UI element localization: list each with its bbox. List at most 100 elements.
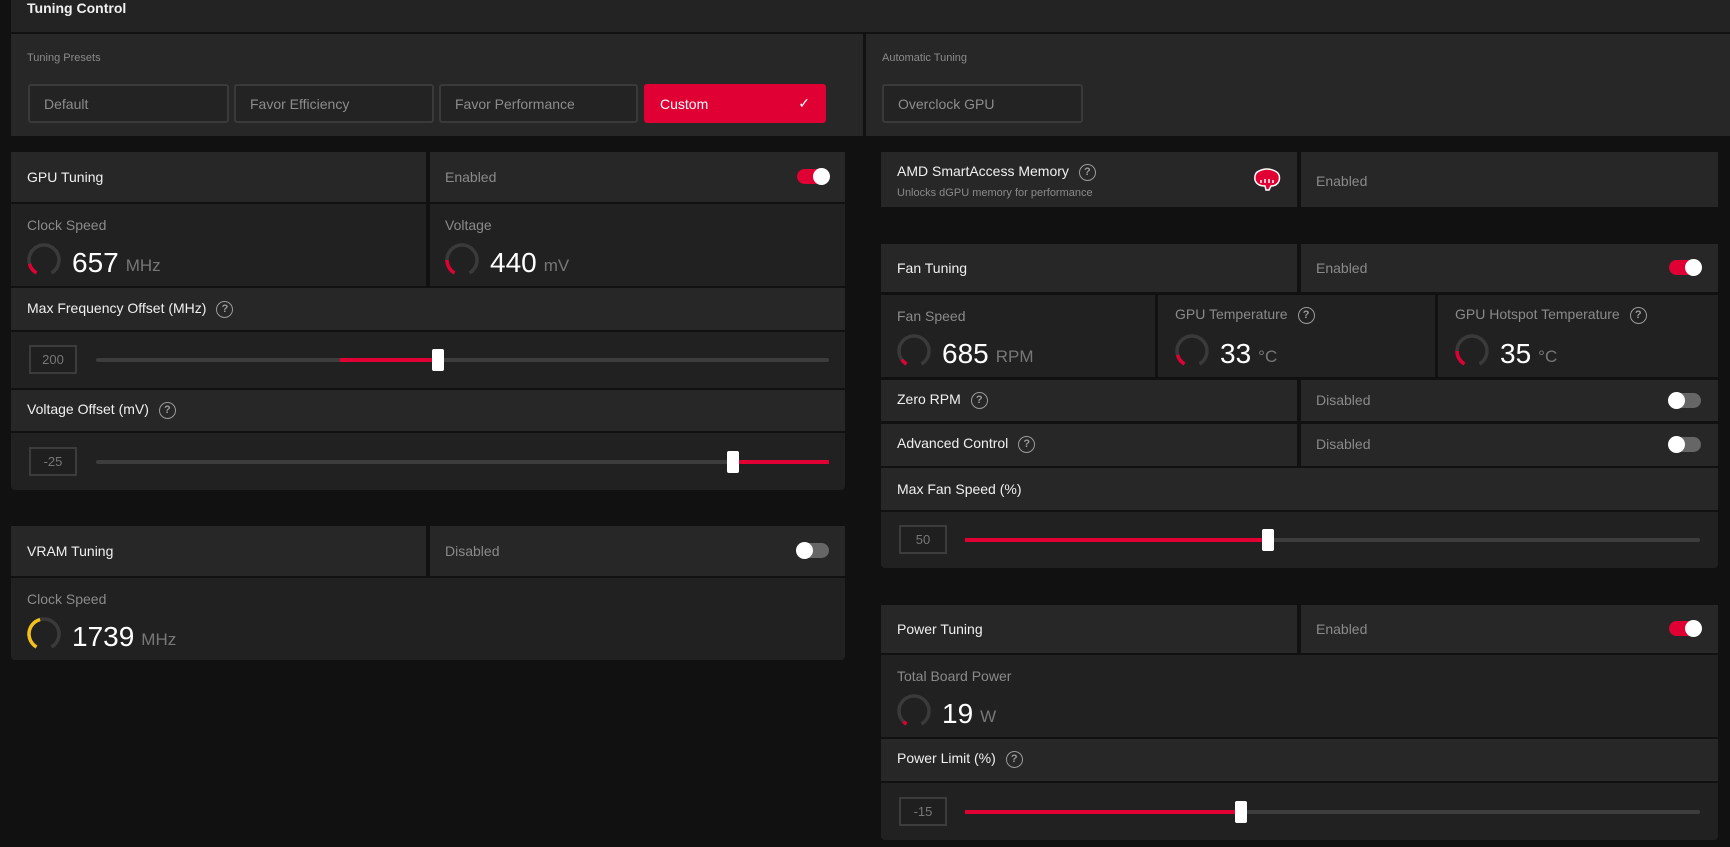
- max-fan-speed-slider[interactable]: [965, 529, 1700, 551]
- power-tuning-title: Power Tuning: [897, 621, 983, 637]
- gauge-fill: [1455, 350, 1466, 366]
- help-icon[interactable]: ?: [1297, 306, 1315, 324]
- zero-rpm-state: Disabled: [1316, 392, 1371, 408]
- vram-tuning-state-cell: Disabled: [430, 526, 845, 576]
- preset-label: Custom: [660, 95, 709, 112]
- preset-favor-efficiency-button[interactable]: Favor Efficiency: [234, 84, 434, 123]
- vram-tuning-toggle[interactable]: [796, 542, 829, 559]
- toggle-knob: [1668, 436, 1685, 453]
- gpu-temperature-label: GPU Temperature: [1175, 306, 1288, 322]
- max-fan-speed-slider-row: 50: [881, 512, 1718, 568]
- clock-speed-label: Clock Speed: [27, 217, 107, 233]
- gauge-fill: [1175, 354, 1186, 366]
- voltage-offset-value-box[interactable]: -25: [29, 447, 77, 476]
- voltage-gauge: [445, 243, 479, 275]
- preset-label: Default: [44, 95, 89, 112]
- voltage-offset-slider-row: -25: [11, 433, 845, 490]
- power-limit-value-box[interactable]: -15: [899, 797, 947, 826]
- board-power-gauge: [897, 694, 931, 726]
- vram-tuning-title: VRAM Tuning: [27, 543, 114, 559]
- overclock-gpu-button[interactable]: Overclock GPU: [882, 84, 1083, 123]
- preset-custom-button[interactable]: Custom ✓: [644, 84, 826, 123]
- clock-speed-cell: Clock Speed 657 MHz: [11, 204, 426, 286]
- brain-icon: [1254, 168, 1281, 191]
- vram-tuning-state: Disabled: [445, 543, 500, 559]
- help-icon[interactable]: ?: [1005, 750, 1023, 768]
- help-icon[interactable]: ?: [1018, 435, 1036, 453]
- clock-speed-gauge: [27, 243, 61, 275]
- power-tuning-state-cell: Enabled: [1301, 605, 1718, 653]
- toggle-knob: [1685, 620, 1702, 637]
- help-icon[interactable]: ?: [970, 391, 988, 409]
- clock-speed-unit: MHz: [125, 256, 161, 275]
- help-icon[interactable]: ?: [216, 300, 234, 318]
- gpu-hotspot-temperature-cell: GPU Hotspot Temperature? 35 °C: [1438, 295, 1718, 377]
- power-tuning-toggle[interactable]: [1669, 620, 1702, 637]
- vram-tuning-header: VRAM Tuning: [11, 526, 426, 576]
- slider-track[interactable]: [96, 358, 829, 362]
- max-fan-speed-value-box[interactable]: 50: [899, 525, 947, 554]
- slider-thumb[interactable]: [1261, 529, 1274, 551]
- hotspot-temperature-label: GPU Hotspot Temperature: [1455, 306, 1620, 322]
- help-icon[interactable]: ?: [158, 401, 176, 419]
- overclock-gpu-label: Overclock GPU: [898, 95, 995, 112]
- slider-fill: [965, 538, 1268, 542]
- zero-rpm-state-cell: Disabled: [1301, 380, 1718, 421]
- board-power-value: 19: [942, 698, 974, 729]
- gauge-fill: [900, 358, 908, 366]
- sam-title: AMD SmartAccess Memory: [897, 163, 1069, 179]
- help-icon[interactable]: ?: [1078, 163, 1096, 181]
- tuning-control-header: Tuning Control: [11, 0, 1730, 32]
- fan-speed-label: Fan Speed: [897, 308, 966, 324]
- vram-clock-unit: MHz: [141, 630, 177, 649]
- slider-thumb[interactable]: [726, 451, 739, 473]
- total-board-power-label: Total Board Power: [897, 668, 1012, 684]
- advanced-control-toggle[interactable]: [1668, 436, 1701, 453]
- voltage-offset-slider[interactable]: [96, 451, 829, 473]
- power-tuning-header: Power Tuning: [881, 605, 1297, 653]
- zero-rpm-toggle[interactable]: [1668, 392, 1701, 409]
- voltage-label: Voltage: [445, 217, 492, 233]
- slider-fill: [732, 460, 829, 464]
- preset-favor-performance-button[interactable]: Favor Performance: [439, 84, 638, 123]
- gpu-tuning-state-cell: Enabled: [430, 152, 845, 202]
- gpu-temperature-cell: GPU Temperature? 33 °C: [1158, 295, 1435, 377]
- fan-speed-gauge: [897, 334, 931, 366]
- power-limit-slider[interactable]: [965, 801, 1700, 823]
- fan-tuning-title: Fan Tuning: [897, 260, 968, 276]
- max-frequency-slider[interactable]: [96, 349, 829, 371]
- fan-tuning-toggle[interactable]: [1669, 259, 1702, 276]
- toggle-knob: [1685, 259, 1702, 276]
- hotspot-temperature-unit: °C: [1538, 347, 1558, 366]
- slider-thumb[interactable]: [432, 349, 445, 371]
- smartaccess-memory-cell: AMD SmartAccess Memory? Unlocks dGPU mem…: [881, 152, 1297, 207]
- voltage-unit: mV: [543, 256, 570, 275]
- power-limit-slider-row: -15: [881, 783, 1718, 840]
- max-frequency-offset-row: Max Frequency Offset (MHz)?: [11, 288, 845, 330]
- gauge-fill: [27, 617, 41, 649]
- vram-clock-gauge: [27, 617, 61, 649]
- preset-default-button[interactable]: Default: [28, 84, 229, 123]
- zero-rpm-label: Zero RPM: [897, 391, 961, 407]
- gpu-temperature-gauge: [1175, 334, 1209, 366]
- gauge-track: [897, 694, 931, 726]
- gauge-fill: [445, 259, 456, 275]
- help-icon[interactable]: ?: [1629, 306, 1647, 324]
- hotspot-temperature-gauge: [1455, 334, 1489, 366]
- max-frequency-slider-row: 200: [11, 332, 845, 388]
- gpu-tuning-toggle[interactable]: [797, 168, 830, 185]
- board-power-unit: W: [980, 707, 997, 726]
- vram-clock-speed-cell: Clock Speed 1739 MHz: [11, 578, 845, 660]
- sam-state: Enabled: [1316, 173, 1368, 189]
- fan-tuning-state-cell: Enabled: [1301, 244, 1718, 292]
- gpu-temperature-value: 33: [1220, 338, 1252, 369]
- max-frequency-value-box[interactable]: 200: [29, 345, 77, 374]
- max-frequency-offset-label: Max Frequency Offset (MHz): [27, 300, 207, 316]
- slider-track[interactable]: [96, 460, 829, 464]
- sam-subtitle: Unlocks dGPU memory for performance: [897, 187, 1093, 199]
- slider-thumb[interactable]: [1235, 801, 1248, 823]
- gauge-fill: [27, 263, 38, 275]
- voltage-cell: Voltage 440 mV: [430, 204, 845, 286]
- gauge-fill: [902, 720, 908, 726]
- tuning-presets-label: Tuning Presets: [27, 52, 101, 64]
